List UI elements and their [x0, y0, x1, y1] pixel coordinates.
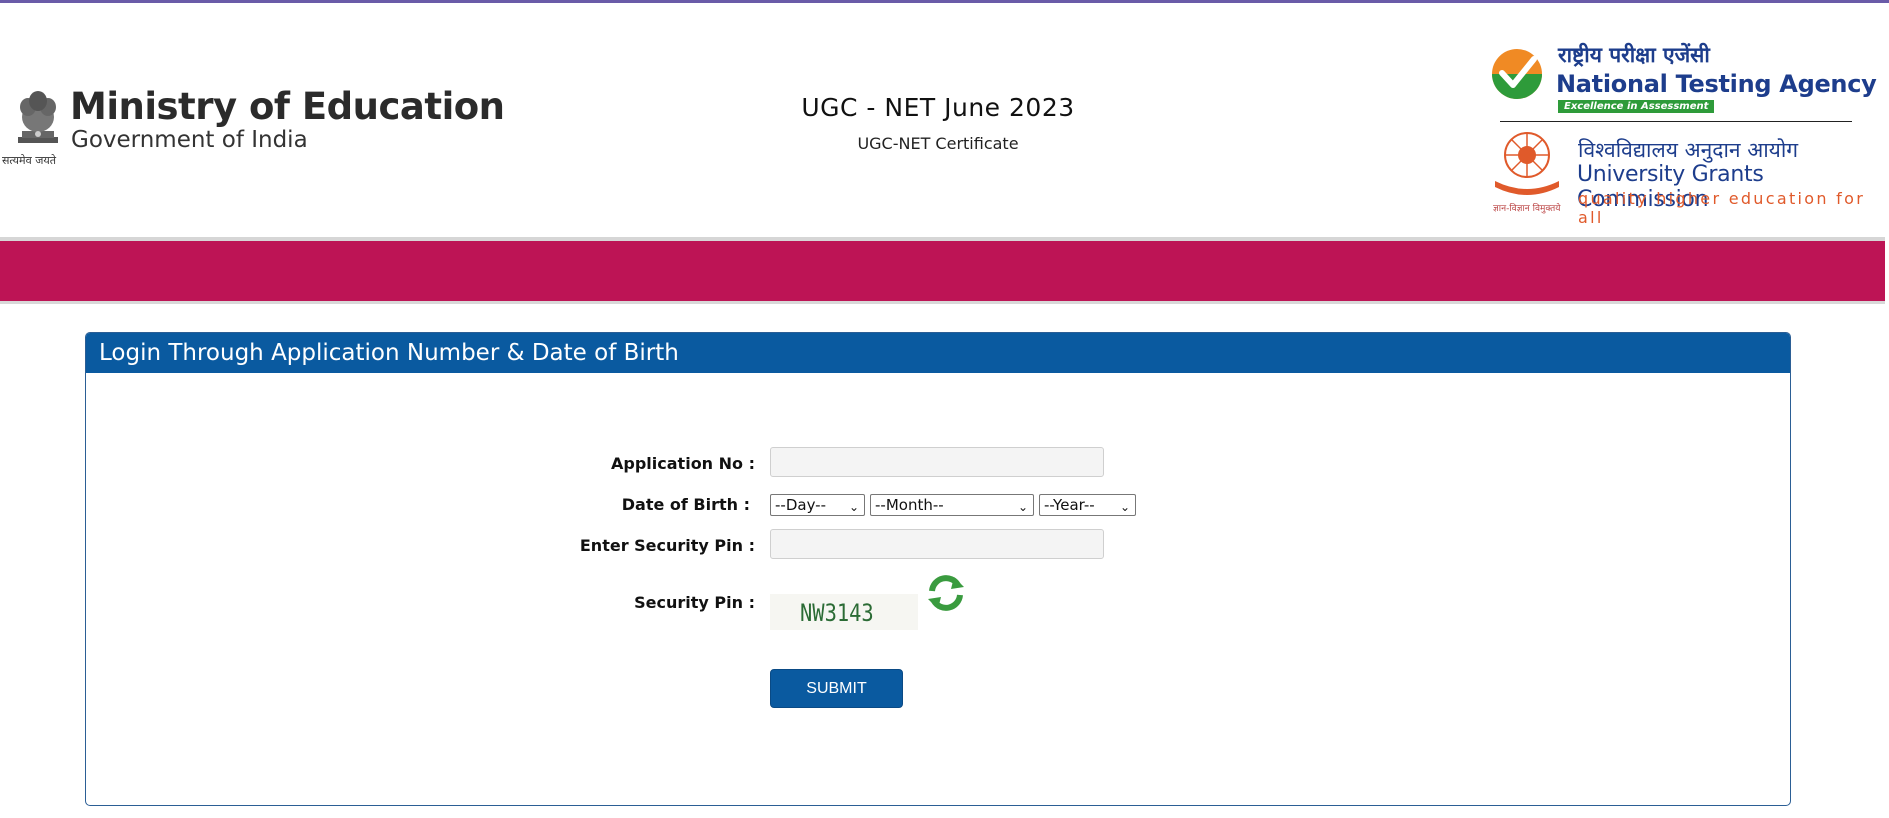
ugc-motto: ज्ञान-विज्ञान विमुक्तये	[1493, 204, 1561, 214]
dob-day-select[interactable]: --Day-- ⌄	[770, 494, 865, 516]
dob-year-select[interactable]: --Year-- ⌄	[1039, 494, 1136, 516]
captcha-text: NW3143	[800, 599, 874, 627]
ugc-logo-icon	[1495, 132, 1559, 195]
ugc-hindi-name: विश्वविद्यालय अनुदान आयोग	[1578, 138, 1799, 162]
dob-year-value: --Year--	[1044, 496, 1095, 514]
enter-security-pin-label: Enter Security Pin :	[579, 536, 755, 555]
application-no-input[interactable]	[770, 447, 1104, 477]
security-pin-label: Security Pin :	[634, 593, 755, 612]
site-header: सत्यमेव जयते Ministry of Education Gover…	[0, 3, 1889, 237]
dob-month-value: --Month--	[875, 496, 944, 514]
security-pin-input[interactable]	[770, 529, 1104, 559]
captcha-image: NW3143	[770, 594, 918, 630]
dob-month-select[interactable]: --Month-- ⌄	[870, 494, 1034, 516]
chevron-down-icon: ⌄	[1119, 500, 1130, 514]
chevron-down-icon: ⌄	[1017, 500, 1028, 514]
application-no-label: Application No :	[611, 454, 755, 473]
emblem-motto: सत्यमेव जयते	[2, 154, 57, 167]
submit-button[interactable]: SUBMIT	[770, 669, 903, 708]
login-panel-heading: Login Through Application Number & Date …	[86, 333, 1790, 373]
dob-day-value: --Day--	[775, 496, 827, 514]
header-color-band	[0, 241, 1885, 301]
band-bottom-border	[0, 301, 1885, 304]
login-panel: Login Through Application Number & Date …	[85, 332, 1791, 806]
logo-divider	[1500, 121, 1852, 122]
date-of-birth-label: Date of Birth :	[621, 495, 750, 514]
nta-tagline: Excellence in Assessment	[1558, 100, 1715, 113]
nta-hindi-name: राष्ट्रीय परीक्षा एजेंसी	[1558, 43, 1710, 67]
nta-title: National Testing Agency	[1556, 70, 1877, 98]
chevron-down-icon: ⌄	[848, 500, 859, 514]
nta-logo-icon	[1492, 49, 1542, 99]
ugc-tagline: quality higher education for all	[1578, 189, 1866, 227]
refresh-icon[interactable]	[924, 571, 968, 615]
